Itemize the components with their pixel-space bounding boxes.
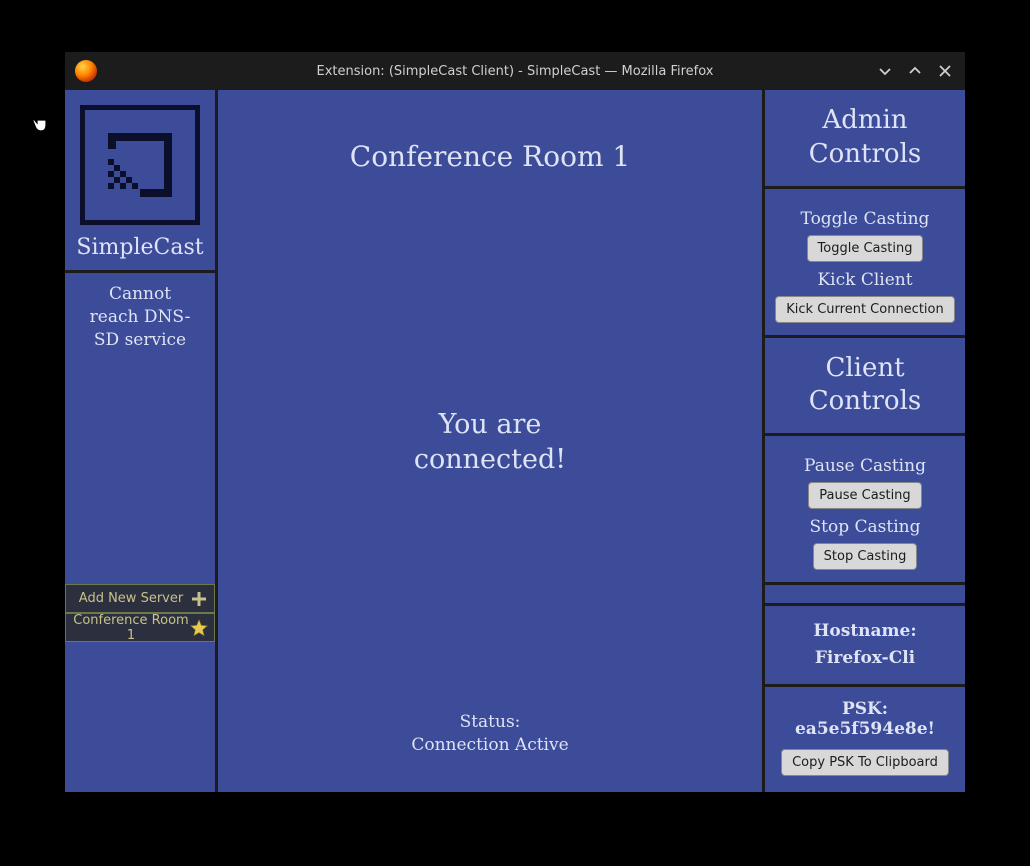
kick-client-button[interactable]: Kick Current Connection: [775, 296, 954, 323]
client-controls: Pause Casting Pause Casting Stop Casting…: [765, 436, 965, 582]
admin-controls: Toggle Casting Toggle Casting Kick Clien…: [765, 189, 965, 335]
psk-info: PSK: ea5e5f594e8e! Copy PSK To Clipboard: [765, 687, 965, 792]
room-title: Conference Room 1: [350, 140, 630, 173]
right-panel: Admin Controls Toggle Casting Toggle Cas…: [765, 90, 965, 792]
main-panel: Conference Room 1 You areconnected! Stat…: [218, 90, 762, 792]
dns-sd-status: Cannot reach DNS-SD service: [65, 273, 215, 362]
cast-icon: [100, 125, 180, 205]
kick-client-label: Kick Client: [773, 270, 957, 290]
logo-box: SimpleCast: [65, 90, 215, 273]
app-name: SimpleCast: [75, 235, 205, 260]
toggle-casting-label: Toggle Casting: [773, 209, 957, 229]
window-title: Extension: (SimpleCast Client) - SimpleC…: [65, 64, 965, 79]
server-item-label: Conference Room 1: [72, 613, 190, 643]
add-server-button[interactable]: Add New Server: [65, 584, 215, 613]
stop-casting-label: Stop Casting: [773, 517, 957, 537]
connection-status: Status: Connection Active: [411, 711, 568, 757]
app-window: Extension: (SimpleCast Client) - SimpleC…: [65, 52, 965, 792]
client-controls-header: Client Controls: [765, 338, 965, 434]
copy-psk-button[interactable]: Copy PSK To Clipboard: [781, 749, 949, 776]
app-body: SimpleCast Cannot reach DNS-SD service A…: [65, 90, 965, 792]
sidebar: SimpleCast Cannot reach DNS-SD service A…: [65, 90, 215, 792]
psk-value: PSK: ea5e5f594e8e!: [773, 699, 957, 739]
pause-casting-label: Pause Casting: [773, 456, 957, 476]
toggle-casting-button[interactable]: Toggle Casting: [807, 235, 924, 262]
star-icon: [190, 619, 208, 637]
title-bar: Extension: (SimpleCast Client) - SimpleC…: [65, 52, 965, 90]
app-logo: [80, 105, 200, 225]
cursor-hand-icon: [30, 109, 54, 135]
hostname-info: Hostname: Firefox-Cli: [765, 606, 965, 684]
add-server-label: Add New Server: [72, 591, 190, 606]
admin-controls-header: Admin Controls: [765, 90, 965, 186]
stop-casting-button[interactable]: Stop Casting: [813, 543, 918, 570]
server-item-conference-room-1[interactable]: Conference Room 1: [65, 613, 215, 642]
plus-icon: [190, 590, 208, 608]
pause-casting-button[interactable]: Pause Casting: [808, 482, 921, 509]
connected-message: You areconnected!: [414, 407, 566, 477]
